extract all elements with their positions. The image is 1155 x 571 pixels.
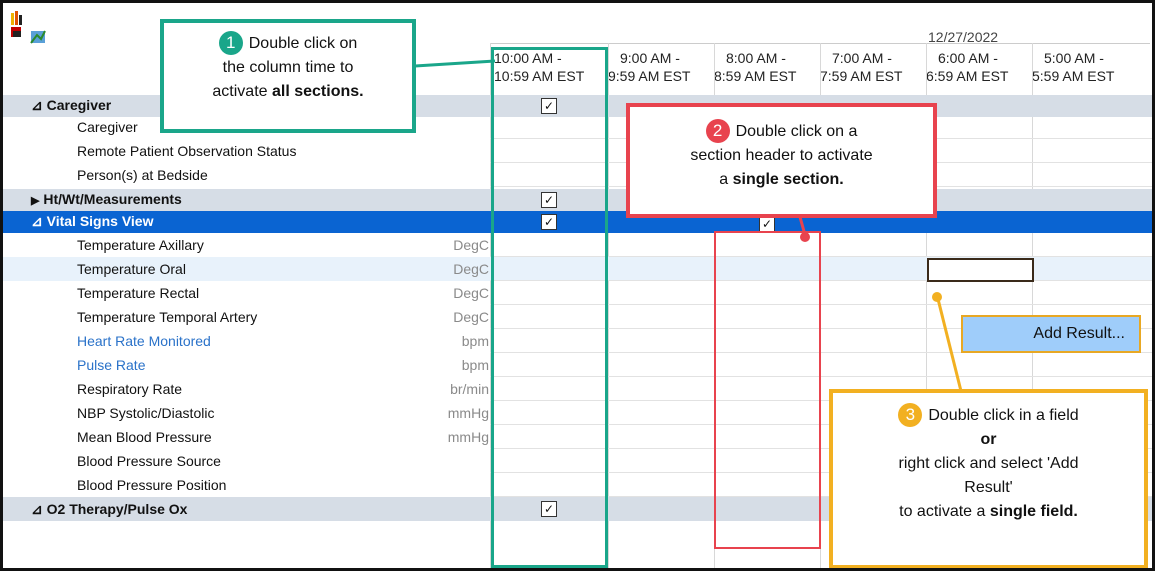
connector-line-1 [414,59,496,68]
connector-dot-2 [800,232,810,242]
callout-1: 1 Double click on the column time to acti… [160,19,416,133]
add-result-menu-item[interactable]: Add Result... [961,315,1141,353]
connector-line-3 [936,298,963,392]
callout-number-1: 1 [218,31,243,55]
callout-3: 3 Double click in a field or right click … [829,389,1148,568]
callout-number-3: 3 [898,403,923,427]
callout-number-2: 2 [705,119,730,143]
callout-2: 2 Double click on a section header to act… [626,103,937,218]
screenshot-frame: 12/27/2022 10:00 AM -10:59 AM EST 9:00 A… [0,0,1155,571]
connector-dot-3 [932,292,942,302]
